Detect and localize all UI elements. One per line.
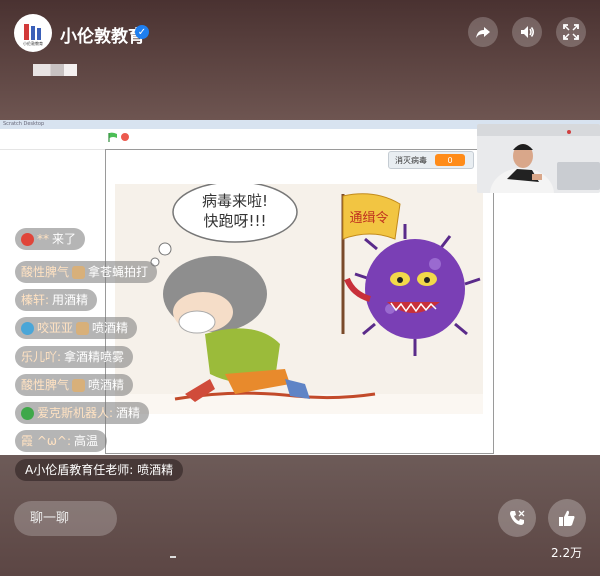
flag-text: 通缉令: [349, 211, 388, 226]
green-flag-icon[interactable]: [108, 132, 118, 142]
chat-username[interactable]: 爱克斯机器人:: [37, 402, 113, 424]
dolphin-icon: [21, 321, 34, 335]
fan-badge-icon: [72, 265, 86, 279]
volume-button[interactable]: [512, 17, 542, 47]
chat-message: 爱克斯机器人: 酒精: [15, 402, 150, 424]
chat-message: 酸性脾气 拿苍蝇拍打: [15, 261, 158, 283]
chat-username[interactable]: **: [37, 228, 49, 250]
variable-monitor: 消灭病毒 0: [388, 151, 474, 169]
channel-avatar[interactable]: 小伦敦教育: [14, 14, 52, 52]
chat-text: 喷酒精: [88, 378, 125, 392]
divider: [170, 556, 176, 558]
like-count: 2.2万: [551, 546, 583, 560]
strawberry-icon: [21, 232, 34, 246]
chat-text: 用酒精: [52, 293, 89, 307]
chat-username[interactable]: 酸性脾气: [21, 261, 69, 283]
host-name[interactable]: A小伦盾教育任老师:: [25, 463, 133, 477]
fullscreen-button[interactable]: [556, 17, 586, 47]
chat-text: 高温: [74, 434, 99, 448]
logo-text: 小伦敦教育: [23, 41, 43, 46]
chat-username[interactable]: 乐儿吖:: [21, 346, 61, 368]
chat-text: 喷酒精: [92, 321, 129, 335]
chat-input[interactable]: 聊一聊: [14, 501, 117, 536]
verified-icon: ✓: [135, 25, 149, 39]
chat-message: 酸性脾气 喷酒精: [15, 374, 134, 396]
fan-badge-icon: [72, 378, 86, 392]
chat-message: 榛轩: 用酒精: [15, 289, 98, 311]
chat-username[interactable]: 榛轩:: [21, 289, 49, 311]
like-button[interactable]: [548, 499, 586, 537]
teacher-webcam: [477, 124, 600, 193]
variable-value: 0: [435, 154, 465, 166]
chat-text: 酒精: [116, 406, 141, 420]
chat-text: 拿苍蝇拍打: [88, 265, 149, 279]
virus-chase-illustration: 病毒来啦! 快跑呀!!! 通缉令: [115, 184, 483, 414]
chat-text: 拿酒精喷雾: [64, 350, 125, 364]
volume-icon: [521, 26, 534, 38]
speech-line-1: 病毒来啦!: [202, 192, 268, 210]
host-text: 喷酒精: [137, 463, 174, 477]
chat-message: 霞 ^ω^: 高温: [15, 430, 108, 452]
chat-username[interactable]: 霞 ^ω^:: [21, 430, 71, 452]
share-button[interactable]: [468, 17, 498, 47]
chat-username[interactable]: 咬亚亚: [37, 317, 73, 339]
pixelated-subtitle: [33, 64, 77, 76]
thumbs-up-icon: [559, 510, 575, 526]
speech-line-2: 快跑呀!!!: [203, 212, 266, 230]
host-message: A小伦盾教育任老师: 喷酒精: [15, 459, 184, 481]
fullscreen-icon: [563, 24, 579, 40]
chat-message: 咬亚亚 喷酒精: [15, 317, 138, 339]
channel-name[interactable]: 小伦敦教育: [60, 22, 145, 47]
chat-message: ** 来了: [15, 228, 86, 250]
variable-label: 消灭病毒: [395, 155, 427, 165]
fan-badge-icon: [76, 321, 90, 335]
clover-icon: [21, 406, 34, 420]
call-button[interactable]: [498, 499, 536, 537]
chat-text: 来了: [52, 232, 77, 246]
stop-icon[interactable]: [121, 133, 129, 141]
header-background: [0, 0, 600, 120]
chat-message: 乐儿吖: 拿酒精喷雾: [15, 346, 134, 368]
phone-icon: [510, 510, 525, 525]
share-icon: [476, 27, 490, 38]
chat-username[interactable]: 酸性脾气: [21, 374, 69, 396]
